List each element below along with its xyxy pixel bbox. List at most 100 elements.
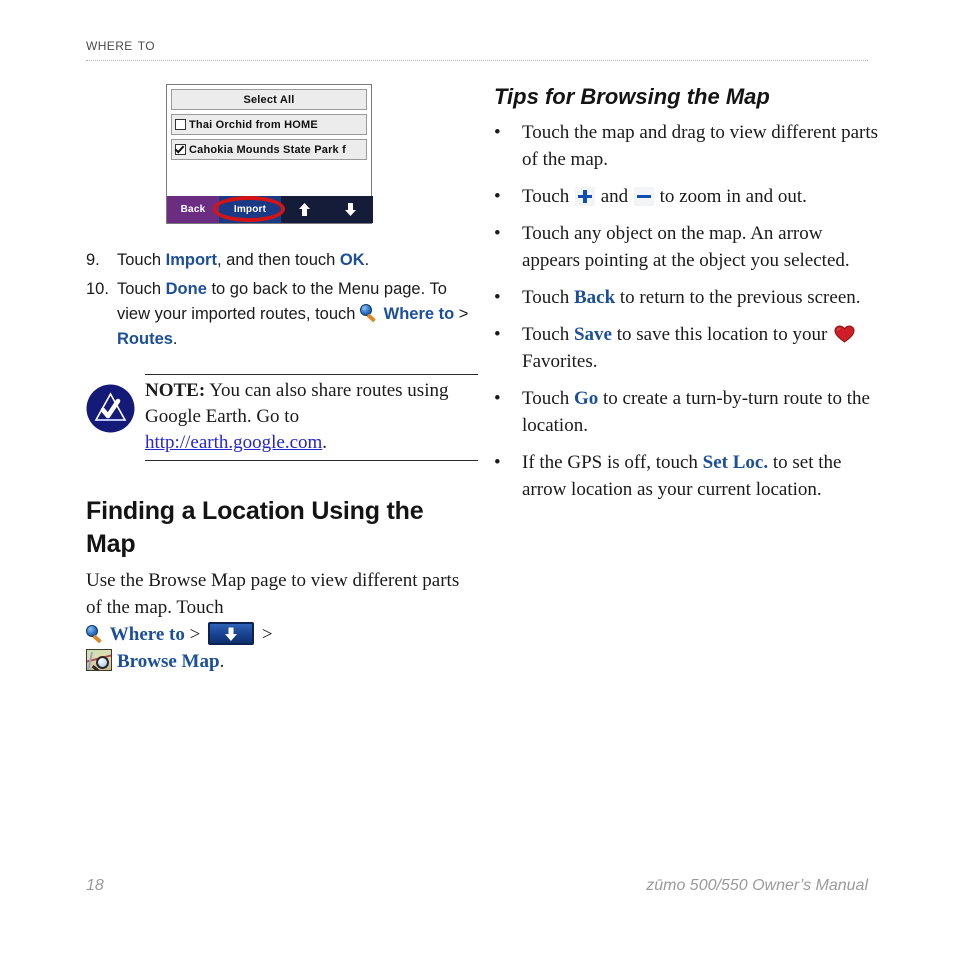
ui-term-save: Save: [573, 324, 612, 345]
ui-term-back: Back: [573, 287, 616, 308]
arrow-up-icon: [298, 203, 310, 216]
plus-icon: [574, 187, 595, 206]
step-text-segment: >: [454, 305, 469, 323]
tip-text: Touch Back to return to the previous scr…: [522, 284, 884, 311]
footer-manual-title: zūmo 500/550 Owner’s Manual: [646, 877, 868, 894]
ui-term-set-loc: Set Loc.: [702, 452, 769, 473]
checkbox-unchecked-icon[interactable]: [175, 119, 186, 130]
separator-gt: >: [257, 624, 273, 645]
device-scroll-down-button[interactable]: [327, 196, 373, 223]
device-route-list: Select All Thai Orchid from HOME Cahokia…: [167, 85, 371, 160]
page-footer: 18 zūmo 500/550 Owner’s Manual: [86, 877, 868, 895]
tip-text-segment: Touch: [522, 388, 574, 409]
checkbox-checked-icon[interactable]: [175, 144, 186, 155]
note-period: .: [322, 432, 328, 453]
paragraph-text: Use the Browse Map page to view differen…: [86, 570, 460, 618]
step-text-segment: .: [364, 251, 370, 269]
device-row-label: Cahokia Mounds State Park f: [189, 143, 346, 156]
ui-term-ok: OK: [339, 251, 365, 269]
left-column: Select All Thai Orchid from HOME Cahokia…: [86, 84, 478, 675]
device-row-select-all[interactable]: Select All: [171, 89, 367, 110]
tip-text-segment: and: [595, 186, 633, 207]
tip-text: Touch Save to save this location to your…: [522, 321, 884, 375]
bullet-marker: •: [494, 452, 501, 473]
device-row-thai-orchid[interactable]: Thai Orchid from HOME: [171, 114, 367, 135]
ui-term-go: Go: [573, 388, 599, 409]
separator-gt: >: [184, 624, 206, 645]
tip-item-go: • Touch Go to create a turn-by-turn rout…: [494, 385, 884, 439]
bullet-marker: •: [494, 324, 501, 345]
tips-heading: Tips for Browsing the Map: [494, 84, 770, 109]
device-screenshot-figure: Select All Thai Orchid from HOME Cahokia…: [166, 84, 373, 224]
device-button-bar: Back Import: [167, 196, 373, 223]
ui-term-routes: Routes: [117, 330, 173, 348]
page-section-heading: Finding a Location Using the Map: [86, 497, 424, 558]
tip-item-set-loc: • If the GPS is off, touch Set Loc. to s…: [494, 449, 884, 503]
device-row-cahokia-mounds[interactable]: Cahokia Mounds State Park f: [171, 139, 367, 160]
note-box: NOTE: You can also share routes using Go…: [86, 374, 478, 461]
step-text-segment: , and then touch: [216, 251, 340, 269]
tip-item-back: • Touch Back to return to the previous s…: [494, 284, 884, 311]
magnifier-icon: [360, 304, 379, 323]
arrow-down-icon: [344, 203, 356, 216]
running-header: Where To: [86, 36, 868, 61]
tip-text-segment: Touch: [522, 324, 574, 345]
header-divider: [86, 60, 868, 61]
ui-term-browse-map: Browse Map: [117, 651, 220, 672]
right-column: Tips for Browsing the Map • Touch the ma…: [494, 84, 884, 513]
section-paragraph: Use the Browse Map page to view differen…: [86, 567, 478, 675]
bullet-marker: •: [494, 223, 501, 244]
step-text: Touch Import, and then touch OK.: [117, 248, 478, 273]
manual-page: Where To Select All Thai Orchid from HOM…: [0, 0, 954, 954]
tip-item-drag-map: • Touch the map and drag to view differe…: [494, 119, 884, 173]
ui-term-where-to: Where to: [383, 305, 455, 323]
ui-term-where-to: Where to: [109, 624, 185, 645]
tip-text: Touch and to zoom in and out.: [522, 183, 884, 210]
note-url-link[interactable]: http://earth.google.com: [145, 432, 322, 453]
device-scroll-up-button[interactable]: [281, 196, 327, 223]
tip-text-segment: to return to the previous screen.: [615, 287, 861, 308]
tip-text-segment: Touch the map and drag to view different…: [522, 122, 879, 170]
device-row-label: Thai Orchid from HOME: [189, 118, 318, 131]
step-10: 10. Touch Done to go back to the Menu pa…: [86, 277, 478, 352]
device-row-label: Select All: [243, 93, 295, 106]
tip-text: Touch any object on the map. An arrow ap…: [522, 220, 884, 274]
paragraph-period: .: [219, 651, 225, 672]
numbered-steps: 9. Touch Import, and then touch OK. 10. …: [86, 248, 478, 352]
tip-text-segment: Favorites.: [522, 351, 598, 372]
device-back-button[interactable]: Back: [167, 196, 219, 223]
note-triangle-check-icon: [86, 384, 135, 433]
device-import-button[interactable]: Import: [219, 196, 281, 223]
heart-icon: [834, 325, 855, 343]
footer-page-number: 18: [86, 877, 104, 894]
running-header-text: Where To: [86, 35, 156, 54]
tip-text-segment: Touch: [522, 186, 574, 207]
bullet-marker: •: [494, 122, 501, 143]
step-number: 9.: [86, 251, 100, 269]
ui-term-import: Import: [165, 251, 217, 269]
minus-icon: [633, 187, 654, 206]
ui-term-done: Done: [165, 280, 207, 298]
note-text: NOTE: You can also share routes using Go…: [145, 374, 478, 461]
tip-text-segment: If the GPS is off, touch: [522, 452, 703, 473]
magnifier-icon: [86, 625, 105, 644]
device-empty-list-area: [167, 164, 371, 196]
step-text-segment: Touch: [117, 280, 166, 298]
tip-text: Touch the map and drag to view different…: [522, 119, 884, 173]
tip-text: Touch Go to create a turn-by-turn route …: [522, 385, 884, 439]
bullet-marker: •: [494, 186, 501, 207]
tip-item-zoom: • Touch and to zoom in and out.: [494, 183, 884, 210]
bullet-marker: •: [494, 287, 501, 308]
browse-map-icon: [86, 649, 112, 671]
step-9: 9. Touch Import, and then touch OK.: [86, 248, 478, 273]
bullet-marker: •: [494, 388, 501, 409]
tip-text-segment: Touch: [522, 287, 574, 308]
step-text: Touch Done to go back to the Menu page. …: [117, 277, 478, 352]
tip-text-segment: to zoom in and out.: [654, 186, 807, 207]
note-label: NOTE:: [145, 380, 206, 401]
tip-item-save: • Touch Save to save this location to yo…: [494, 321, 884, 375]
tip-text-segment: to save this location to your: [611, 324, 833, 345]
tip-text-segment: Touch any object on the map. An arrow ap…: [522, 223, 850, 271]
tips-bullet-list: • Touch the map and drag to view differe…: [494, 119, 884, 503]
tip-item-touch-object: • Touch any object on the map. An arrow …: [494, 220, 884, 274]
